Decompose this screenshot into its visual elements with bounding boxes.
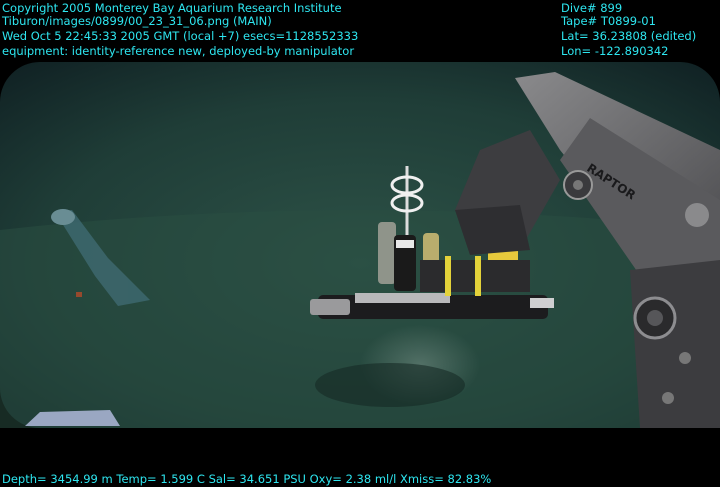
image-path-line: Tiburon/images/0899/00_23_31_06.png (MAI… [2,14,272,28]
shadow [315,363,465,407]
video-frame: RAPTOR Copyright 2005 Monterey Bay Aquar… [0,0,720,486]
seafloor-scene: RAPTOR [0,0,720,486]
timestamp-line: Wed Oct 5 22:45:33 2005 GMT (local +7) e… [2,29,359,43]
longitude: Lon= -122.890342 [561,44,669,58]
equipment-line: equipment: identity-reference new, deplo… [2,44,355,58]
tape-number: Tape# T0899-01 [561,14,656,28]
latitude: Lat= 36.23808 (edited) [561,29,697,43]
sensor-readout: Depth= 3454.99 m Temp= 1.599 C Sal= 34.6… [2,472,492,486]
